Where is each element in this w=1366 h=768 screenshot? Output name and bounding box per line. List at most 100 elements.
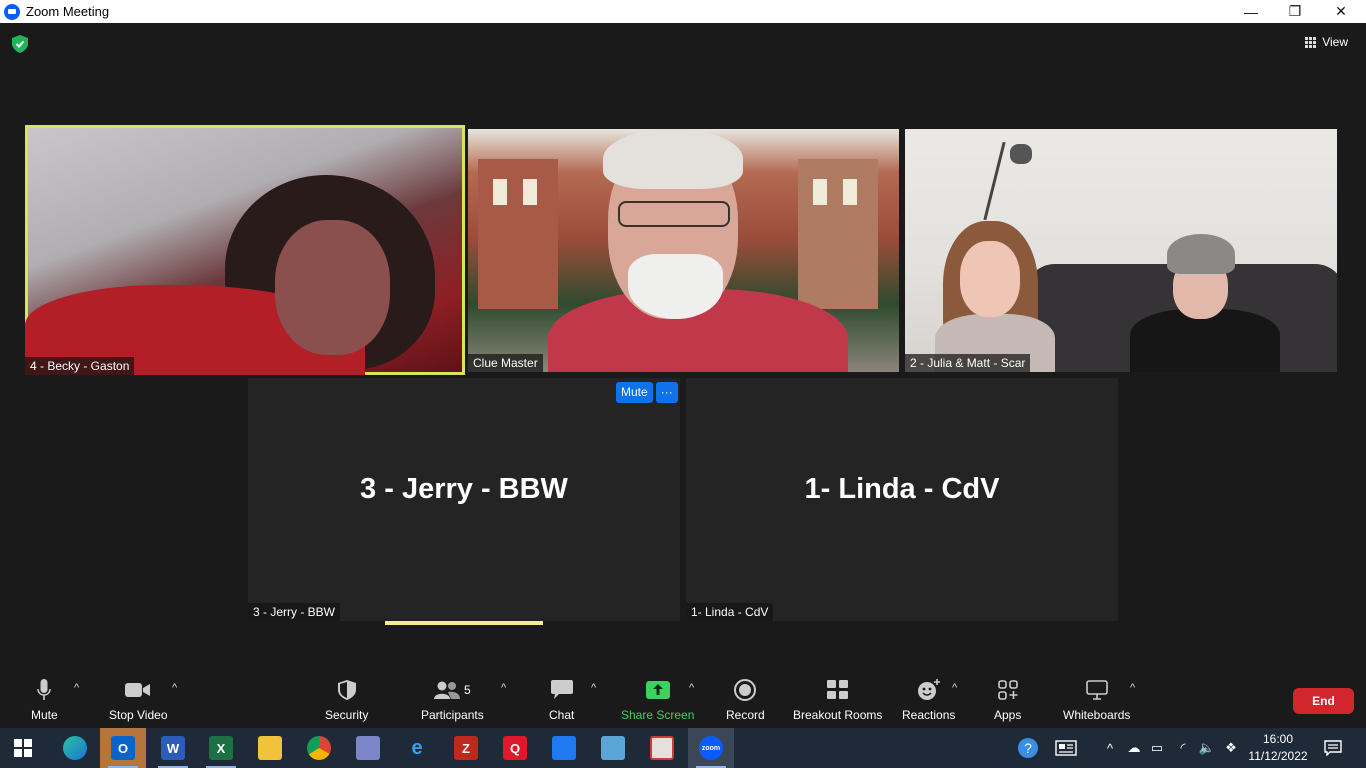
start-button[interactable] <box>0 728 46 768</box>
taskbar-pdf[interactable] <box>639 728 685 768</box>
stop-video-button[interactable]: Stop Video <box>109 678 168 722</box>
taskbar-clock[interactable]: 16:00 11/12/2022 <box>1248 731 1308 765</box>
video-hair <box>603 129 743 189</box>
meeting-area: View 4 - Becky - Gaston Clue Master 2 - … <box>0 23 1366 728</box>
whiteboards-options-caret[interactable]: ^ <box>1130 682 1135 694</box>
close-button[interactable]: ✕ <box>1318 0 1364 23</box>
dropbox-icon <box>552 736 576 760</box>
breakout-rooms-button[interactable]: Breakout Rooms <box>793 678 882 722</box>
participant-name: 3 - Jerry - BBW <box>248 603 341 621</box>
microphone-icon <box>37 679 52 700</box>
tray-expand-icon[interactable]: ^ <box>1100 728 1120 768</box>
reactions-options-caret[interactable]: ^ <box>952 682 957 694</box>
notifications-icon[interactable] <box>1320 728 1346 768</box>
reactions-label: Reactions <box>902 708 956 722</box>
video-window <box>523 179 537 205</box>
zoom-icon: zoom <box>699 736 723 760</box>
stop-video-label: Stop Video <box>109 708 168 722</box>
security-button[interactable]: Security <box>325 678 368 722</box>
mute-button[interactable]: Mute <box>31 678 58 722</box>
whiteboards-button[interactable]: Whiteboards <box>1063 678 1130 722</box>
window-title-bar: Zoom Meeting — ❐ ✕ <box>0 0 1366 23</box>
excel-icon: X <box>209 736 233 760</box>
quickbooks-icon: Q <box>503 736 527 760</box>
view-label: View <box>1322 35 1348 49</box>
taskbar-zoom[interactable]: zoom <box>688 728 734 768</box>
news-icon[interactable] <box>1052 728 1080 768</box>
wifi-icon[interactable]: ◜ <box>1172 728 1194 768</box>
taskbar-file-explorer[interactable] <box>247 728 293 768</box>
video-building <box>798 159 878 309</box>
video-lampshade <box>1010 144 1032 164</box>
share-screen-label: Share Screen <box>621 708 695 722</box>
internet-explorer-icon: e <box>411 736 423 759</box>
chat-bubble-icon <box>550 680 573 699</box>
control-panel-icon <box>601 736 625 760</box>
apps-button[interactable]: Apps <box>994 678 1021 722</box>
chat-button[interactable]: Chat <box>549 678 574 722</box>
dropbox-tray-icon[interactable]: ❖ <box>1220 728 1242 768</box>
video-tile-becky[interactable]: 4 - Becky - Gaston <box>25 125 465 375</box>
video-tile-clue-master[interactable]: Clue Master <box>468 129 899 372</box>
video-face <box>275 220 390 355</box>
notifications-icon-svg <box>1324 740 1342 756</box>
breakout-rooms-icon <box>826 680 848 699</box>
whiteboard-icon <box>1085 680 1108 700</box>
help-icon[interactable]: ? <box>1014 728 1042 768</box>
participants-count: 5 <box>464 683 471 697</box>
video-window <box>493 179 507 205</box>
onedrive-cloud-icon[interactable]: ☁ <box>1124 728 1144 768</box>
view-button[interactable]: View <box>1305 35 1348 49</box>
video-tile-jerry[interactable]: 3 - Jerry - BBW 3 - Jerry - BBW <box>248 378 680 621</box>
chat-options-caret[interactable]: ^ <box>591 682 596 694</box>
video-tile-julia-matt[interactable]: 2 - Julia & Matt - Scar <box>905 129 1337 372</box>
taskbar-outlook[interactable]: O <box>100 728 146 768</box>
video-lamp <box>983 141 1006 221</box>
participants-button[interactable]: 5 Participants <box>421 678 484 722</box>
taskbar-control-panel[interactable] <box>590 728 636 768</box>
chrome-icon <box>307 736 331 760</box>
record-button[interactable]: Record <box>726 678 765 722</box>
taskbar-word[interactable]: W <box>150 728 196 768</box>
app-icon <box>356 736 380 760</box>
taskbar-edge[interactable] <box>52 728 98 768</box>
taskbar-excel[interactable]: X <box>198 728 244 768</box>
reactions-button[interactable]: Reactions <box>902 678 955 722</box>
taskbar-dropbox[interactable] <box>541 728 587 768</box>
video-face <box>960 241 1020 317</box>
clock-date: 11/12/2022 <box>1248 749 1308 763</box>
news-icon-svg <box>1055 740 1077 756</box>
participants-options-caret[interactable]: ^ <box>501 682 506 694</box>
shield-check-icon[interactable] <box>12 35 28 53</box>
battery-icon[interactable]: ▭ <box>1147 728 1167 768</box>
taskbar-filezilla[interactable]: Z <box>443 728 489 768</box>
word-icon: W <box>161 736 185 760</box>
restore-button[interactable]: ❐ <box>1272 0 1318 23</box>
tile-hover-controls: Mute ··· <box>616 382 678 403</box>
share-options-caret[interactable]: ^ <box>689 682 694 694</box>
edge-icon <box>63 736 87 760</box>
breakout-rooms-label: Breakout Rooms <box>793 708 883 722</box>
taskbar-app[interactable] <box>345 728 391 768</box>
mute-options-caret[interactable]: ^ <box>74 682 79 694</box>
participant-mute-button[interactable]: Mute <box>616 382 653 403</box>
video-window <box>843 179 857 205</box>
participants-icon <box>434 681 460 699</box>
minimize-button[interactable]: — <box>1228 0 1274 23</box>
taskbar-chrome[interactable] <box>296 728 342 768</box>
security-shield-icon <box>337 680 356 700</box>
volume-icon[interactable]: 🔈 <box>1196 728 1218 768</box>
taskbar-internet-explorer[interactable]: e <box>394 728 440 768</box>
taskbar-quickbooks[interactable]: Q <box>492 728 538 768</box>
video-options-caret[interactable]: ^ <box>172 682 177 694</box>
participant-name: 1- Linda - CdV <box>686 603 774 621</box>
video-window <box>813 179 827 205</box>
participant-big-name: 1- Linda - CdV <box>804 473 1000 505</box>
video-tile-linda[interactable]: 1- Linda - CdV 1- Linda - CdV <box>686 378 1118 621</box>
window-title: Zoom Meeting <box>26 4 110 19</box>
share-screen-button[interactable]: Share Screen <box>621 678 694 722</box>
windows-taskbar: O W X e Z Q zoom ? ^ ☁ ▭ ◜ 🔈 ❖ 16:00 11/… <box>0 728 1366 768</box>
end-meeting-button[interactable]: End <box>1293 688 1354 714</box>
windows-start-icon <box>14 739 32 757</box>
participant-more-button[interactable]: ··· <box>655 382 678 403</box>
